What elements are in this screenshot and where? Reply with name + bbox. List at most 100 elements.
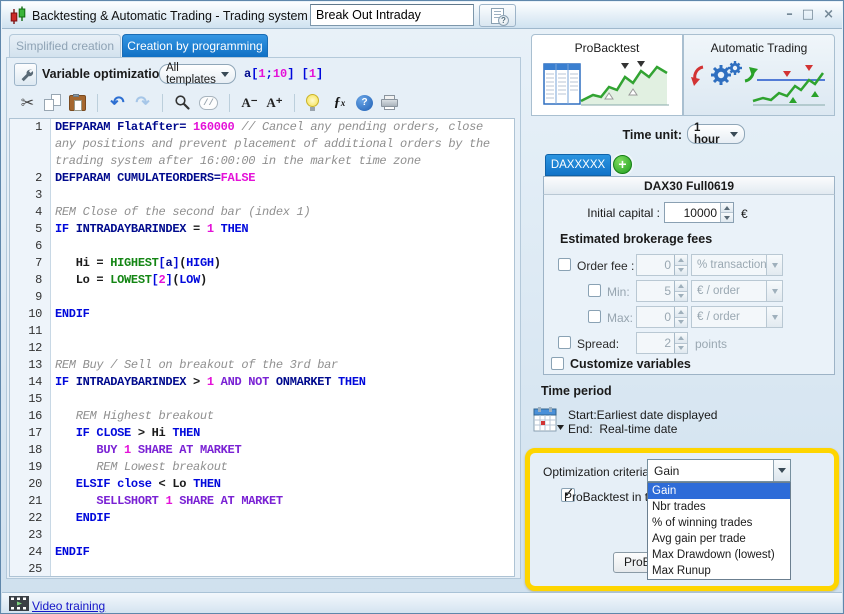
code-row[interactable]: 2DEFPARAM CUMULATEORDERS=FALSE — [10, 170, 514, 187]
spinner-control[interactable] — [674, 333, 687, 353]
code-row[interactable]: 13REM Buy / Sell on breakout of the 3rd … — [10, 357, 514, 374]
close-button[interactable]: × — [823, 8, 834, 22]
increase-font-icon[interactable]: A⁺ — [266, 93, 283, 113]
code-row[interactable]: 17 IF CLOSE > Hi THEN — [10, 425, 514, 442]
paste-icon[interactable] — [69, 95, 86, 111]
instrument-tab[interactable]: DAXXXXX — [545, 154, 611, 176]
optimization-option[interactable]: Gain — [648, 483, 790, 499]
tab-creation-by-programming[interactable]: Creation by programming — [122, 34, 268, 57]
maximize-button[interactable]: □ — [802, 8, 814, 22]
templates-dropdown[interactable]: All templates — [159, 64, 236, 84]
spinner-control[interactable] — [674, 255, 687, 275]
video-training-link[interactable]: Video training — [32, 599, 105, 613]
variable-optimization-button[interactable] — [14, 63, 37, 86]
line-number: 10 — [10, 306, 51, 323]
code-line-text: IF INTRADAYBARINDEX > 1 AND NOT ONMARKET… — [51, 374, 366, 391]
time-unit-dropdown[interactable]: 1 hour — [687, 124, 745, 144]
chevron-down-icon[interactable] — [773, 460, 790, 481]
fee-checkbox[interactable] — [558, 258, 571, 271]
fee-unit-dropdown[interactable]: € / order — [691, 280, 783, 302]
code-line-text: Lo = LOWEST[2](LOW) — [51, 272, 207, 289]
optimization-option[interactable]: Nbr trades — [648, 499, 790, 515]
code-row[interactable]: trading system after 16:00:00 in the mar… — [10, 153, 514, 170]
code-row[interactable]: 16 REM Highest breakout — [10, 408, 514, 425]
optimization-option[interactable]: % of winning trades — [648, 515, 790, 531]
lightbulb-icon[interactable] — [306, 94, 323, 111]
fee-value-input[interactable]: 0 — [636, 254, 688, 276]
code-row[interactable]: 14IF INTRADAYBARINDEX > 1 AND NOT ONMARK… — [10, 374, 514, 391]
code-row[interactable]: 8 Lo = LOWEST[2](LOW) — [10, 272, 514, 289]
code-row[interactable]: 3 — [10, 187, 514, 204]
line-number: 24 — [10, 544, 51, 561]
automatic-trading-mode-button[interactable]: Automatic Trading — [683, 34, 835, 116]
help-button[interactable]: ? — [479, 4, 516, 27]
optimization-option[interactable]: Max Runup — [648, 563, 790, 579]
code-row[interactable]: 18 BUY 1 SHARE AT MARKET — [10, 442, 514, 459]
code-row[interactable]: 15 — [10, 391, 514, 408]
line-number: 5 — [10, 221, 51, 238]
fee-label: Order fee : — [577, 259, 634, 273]
code-row[interactable]: 23 — [10, 527, 514, 544]
system-name-input[interactable] — [310, 4, 474, 26]
code-row[interactable]: 21 SELLSHORT 1 SHARE AT MARKET — [10, 493, 514, 510]
fee-checkbox[interactable] — [558, 336, 571, 349]
fee-value-input[interactable]: 5 — [636, 280, 688, 302]
fee-checkbox[interactable] — [588, 284, 601, 297]
code-row[interactable]: 22 ENDIF — [10, 510, 514, 527]
code-row[interactable]: 12 — [10, 340, 514, 357]
code-row[interactable]: 7 Hi = HIGHEST[a](HIGH) — [10, 255, 514, 272]
customize-variables-checkbox[interactable] — [551, 357, 564, 370]
initial-capital-input[interactable]: 10000 — [664, 202, 734, 223]
insert-function-icon[interactable]: ƒx — [331, 93, 348, 113]
spinner-control[interactable] — [720, 203, 733, 222]
code-row[interactable]: any positions and prevent placement of a… — [10, 136, 514, 153]
toolbar-separator — [97, 94, 98, 112]
search-icon[interactable] — [174, 93, 191, 113]
code-row[interactable]: 5IF INTRADAYBARINDEX = 1 THEN — [10, 221, 514, 238]
undo-icon[interactable]: ↶ — [109, 93, 126, 113]
code-row[interactable]: 1DEFPARAM FlatAfter= 160000 // Cancel an… — [10, 119, 514, 136]
spinner-control[interactable] — [674, 307, 687, 327]
optimization-criteria-dropdown[interactable]: Gain — [647, 459, 791, 482]
decrease-font-icon[interactable]: A⁻ — [241, 93, 258, 113]
comment-icon[interactable]: // — [199, 96, 218, 110]
optimization-option[interactable]: Max Drawdown (lowest) — [648, 547, 790, 563]
calendar-icon[interactable] — [533, 405, 565, 433]
code-row[interactable]: 24ENDIF — [10, 544, 514, 561]
tab-simplified-creation[interactable]: Simplified creation — [9, 34, 121, 57]
copy-icon[interactable] — [44, 94, 61, 111]
time-period-start: Start:Earliest date displayed — [568, 408, 717, 422]
fee-unit-dropdown[interactable]: % transaction — [691, 254, 783, 276]
code-row[interactable]: 4REM Close of the second bar (index 1) — [10, 204, 514, 221]
code-editor[interactable]: 1DEFPARAM FlatAfter= 160000 // Cancel an… — [9, 118, 515, 577]
code-row[interactable]: 19 REM Lowest breakout — [10, 459, 514, 476]
line-number: 22 — [10, 510, 51, 527]
minimize-button[interactable]: – — [786, 8, 793, 22]
code-row[interactable]: 6 — [10, 238, 514, 255]
fee-checkbox[interactable] — [588, 310, 601, 323]
time-unit-label: Time unit: — [525, 128, 682, 142]
print-icon[interactable] — [381, 95, 399, 110]
cut-icon[interactable]: ✂ — [19, 93, 36, 113]
help-document-icon: ? — [491, 8, 504, 24]
code-row[interactable]: 10ENDIF — [10, 306, 514, 323]
line-number: 11 — [10, 323, 51, 340]
code-row[interactable]: 9 — [10, 289, 514, 306]
help-icon[interactable]: ? — [356, 95, 373, 111]
code-row[interactable]: 20 ELSIF close < Lo THEN — [10, 476, 514, 493]
fee-row: Spread:2points — [543, 331, 835, 357]
fee-unit-dropdown[interactable]: € / order — [691, 306, 783, 328]
code-row[interactable]: 25 — [10, 561, 514, 577]
fee-value-input[interactable]: 2 — [636, 332, 688, 354]
code-line-text: trading system after 16:00:00 in the mar… — [51, 153, 421, 170]
add-instrument-button[interactable]: + — [613, 155, 632, 174]
fee-value-input[interactable]: 0 — [636, 306, 688, 328]
code-line-text: any positions and prevent placement of a… — [51, 136, 490, 153]
window-controls: – □ × — [786, 8, 834, 22]
optimization-option[interactable]: Avg gain per trade — [648, 531, 790, 547]
probacktest-mode-button[interactable]: ProBacktest — [531, 34, 683, 116]
code-row[interactable]: 11 — [10, 323, 514, 340]
fee-row: Max:0€ / order — [543, 305, 835, 331]
spinner-control[interactable] — [674, 281, 687, 301]
redo-icon[interactable]: ↷ — [134, 93, 151, 113]
